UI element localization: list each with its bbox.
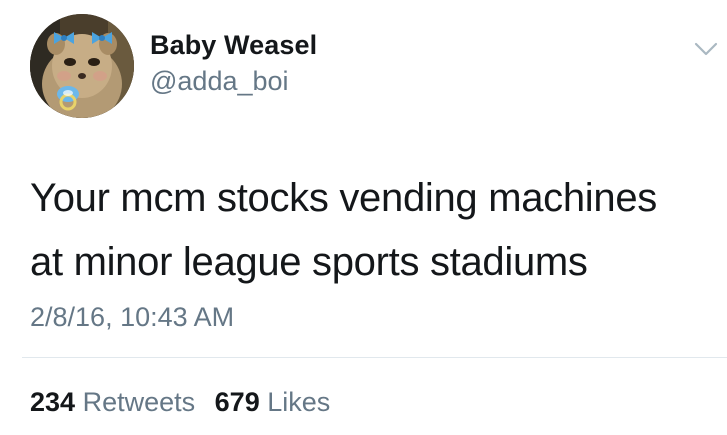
tweet-stats: 234 Retweets 679 Likes [30,387,342,418]
tweet-text-line: Your mcm stocks vending machines [30,176,657,220]
tweet-timestamp[interactable]: 2/8/16, 10:43 AM [30,302,234,333]
chevron-down-icon[interactable] [693,40,719,58]
divider [22,357,727,358]
tweet-text: Your mcm stocks vending machines at mino… [30,166,710,294]
retweets-stat[interactable]: 234 Retweets [30,387,195,418]
avatar[interactable] [30,14,134,118]
display-name[interactable]: Baby Weasel [150,30,317,61]
user-handle[interactable]: @adda_boi [150,66,289,97]
likes-count: 679 [214,387,260,417]
retweets-label: Retweets [82,387,196,417]
tweet-card: Baby Weasel @adda_boi Your mcm stocks ve… [0,0,727,435]
tweet-text-line: at minor league sports stadiums [30,240,588,284]
likes-stat[interactable]: 679 Likes [215,387,331,418]
retweets-count: 234 [30,387,76,417]
weasel-avatar-icon [30,14,134,118]
likes-label: Likes [267,387,331,417]
